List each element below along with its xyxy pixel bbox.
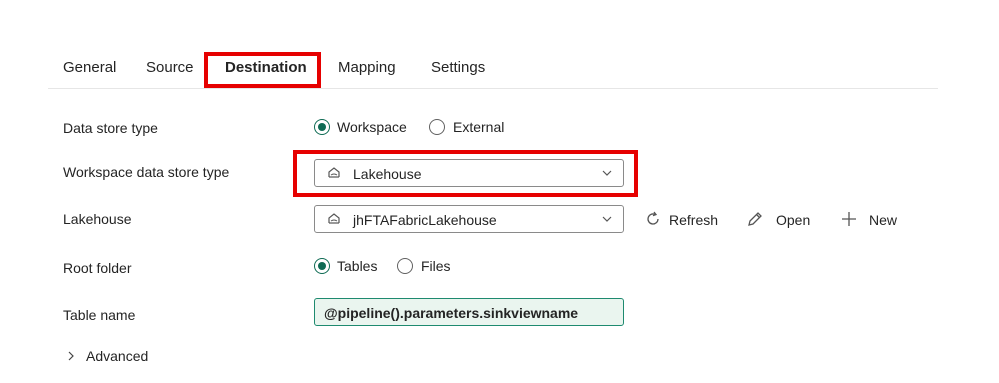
files-radio-label[interactable]: Files bbox=[421, 257, 451, 275]
tables-radio[interactable] bbox=[314, 258, 330, 274]
chevron-down-icon bbox=[602, 216, 612, 222]
lakehouse-value: jhFTAFabricLakehouse bbox=[353, 212, 497, 228]
workspace-data-store-type-label: Workspace data store type bbox=[63, 164, 230, 180]
chevron-right-icon bbox=[68, 351, 74, 361]
root-folder-label: Root folder bbox=[63, 260, 132, 276]
refresh-icon bbox=[647, 211, 659, 225]
table-name-value: @pipeline().parameters.sinkviewname bbox=[324, 305, 579, 321]
lakehouse-icon bbox=[328, 213, 340, 224]
refresh-button[interactable]: Refresh bbox=[644, 209, 724, 229]
files-radio[interactable] bbox=[397, 258, 413, 274]
new-label: New bbox=[869, 212, 898, 228]
tab-settings[interactable]: Settings bbox=[431, 59, 485, 77]
refresh-label: Refresh bbox=[669, 212, 719, 228]
advanced-label: Advanced bbox=[86, 348, 149, 364]
tab-source[interactable]: Source bbox=[146, 59, 194, 77]
tab-general[interactable]: General bbox=[63, 59, 116, 77]
external-radio-label[interactable]: External bbox=[453, 118, 504, 136]
lakehouse-dropdown[interactable]: jhFTAFabricLakehouse bbox=[314, 205, 624, 233]
workspace-radio[interactable] bbox=[314, 119, 330, 135]
open-button[interactable]: Open bbox=[746, 209, 816, 229]
tab-mapping[interactable]: Mapping bbox=[338, 59, 396, 77]
pencil-icon bbox=[748, 212, 762, 226]
workspace-radio-label[interactable]: Workspace bbox=[337, 118, 407, 136]
tab-divider bbox=[48, 88, 938, 89]
external-radio[interactable] bbox=[429, 119, 445, 135]
workspace-store-type-highlight bbox=[293, 150, 638, 197]
advanced-toggle[interactable]: Advanced bbox=[63, 346, 173, 366]
table-name-input[interactable]: @pipeline().parameters.sinkviewname bbox=[314, 298, 624, 326]
tables-radio-label[interactable]: Tables bbox=[337, 257, 377, 275]
plus-icon bbox=[842, 212, 856, 226]
table-name-label: Table name bbox=[63, 307, 136, 323]
new-button[interactable]: New bbox=[840, 209, 902, 229]
open-label: Open bbox=[776, 212, 811, 228]
data-store-type-label: Data store type bbox=[63, 120, 158, 136]
lakehouse-label: Lakehouse bbox=[63, 211, 132, 227]
destination-tab-highlight bbox=[204, 52, 321, 88]
